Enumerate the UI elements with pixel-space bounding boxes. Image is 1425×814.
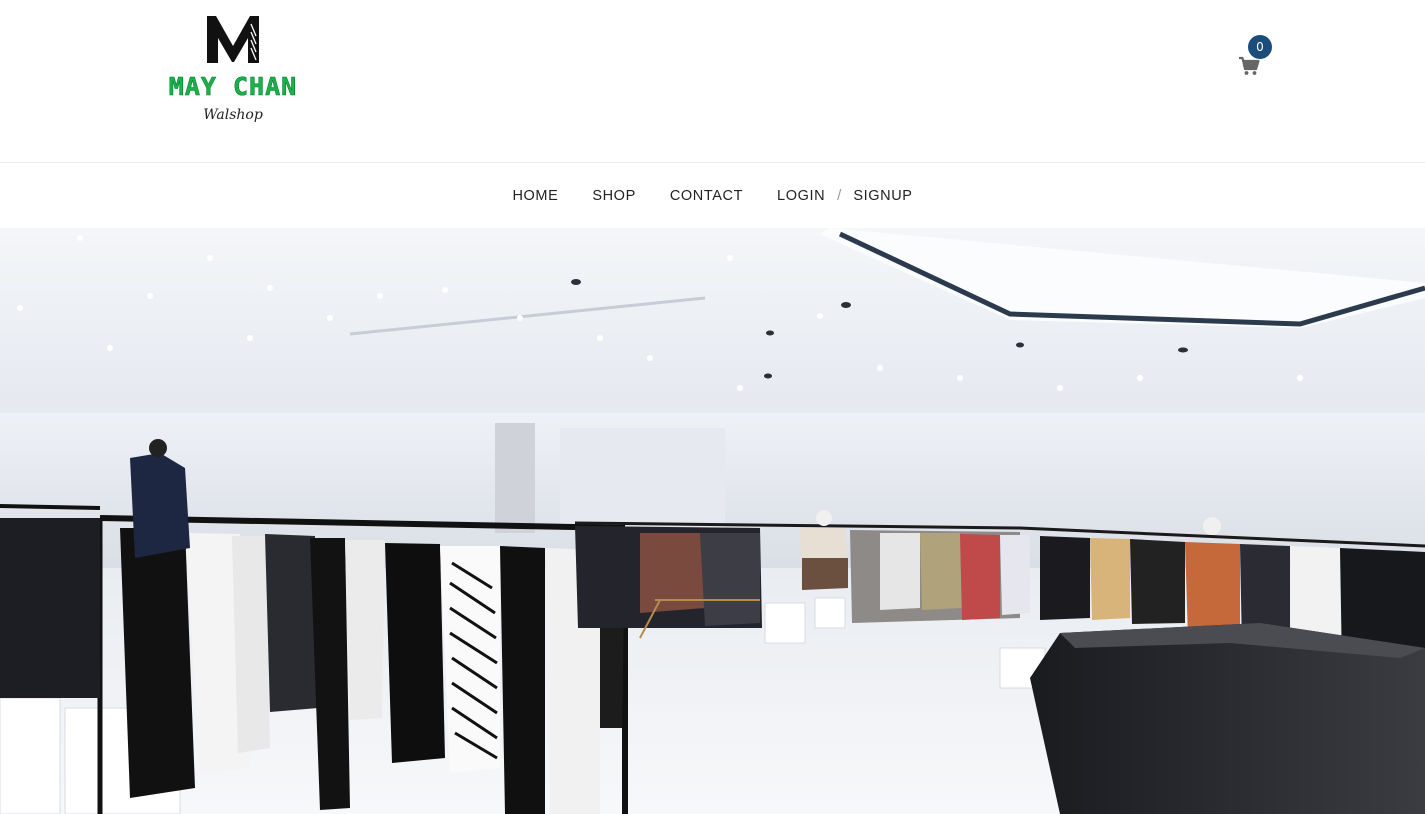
brand-logo[interactable]: MAY CHAN Walshop (150, 10, 316, 128)
nav-shop-link[interactable]: SHOP (592, 188, 636, 204)
main-navigation: HOME SHOP CONTACT LOGIN / SIGNUP (0, 163, 1425, 228)
logo-mark: MAY CHAN Walshop (168, 16, 297, 123)
cart-button[interactable]: 0 (1237, 34, 1277, 75)
hero-banner-image (0, 228, 1425, 814)
nav-home-link[interactable]: HOME (512, 188, 558, 204)
nav-signup-link[interactable]: SIGNUP (853, 188, 912, 204)
logo-tagline: Walshop (203, 107, 263, 123)
nav-login-link[interactable]: LOGIN (777, 188, 825, 204)
nav-separator: / (837, 187, 842, 204)
store-interior-illustration (0, 228, 1425, 814)
logo-name: MAY CHAN (169, 72, 297, 101)
shopping-cart-icon (1239, 56, 1260, 75)
site-header: MAY CHAN Walshop 0 (0, 0, 1425, 163)
logo-m-letter (207, 16, 259, 63)
nav-contact-link[interactable]: CONTACT (670, 188, 743, 204)
cart-count-badge: 0 (1248, 35, 1272, 59)
